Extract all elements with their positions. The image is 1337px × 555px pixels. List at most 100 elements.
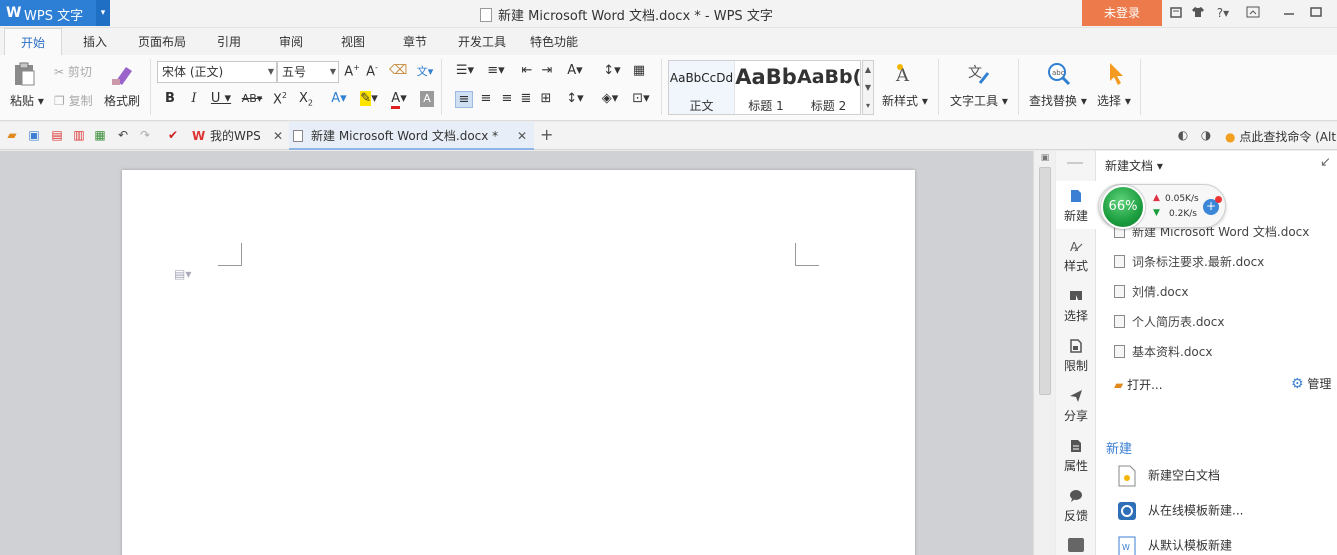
align-right-icon[interactable]: ≡	[498, 91, 516, 106]
export-pdf-icon[interactable]: ▤	[50, 128, 64, 142]
tab-page-layout[interactable]: 页面布局	[130, 28, 194, 55]
clear-format-icon[interactable]: ⌫	[389, 63, 407, 78]
login-button[interactable]: 未登录	[1082, 0, 1162, 26]
table-icon[interactable]: ▦	[630, 63, 648, 78]
save-icon[interactable]: ▣	[27, 128, 41, 142]
tab-review[interactable]: 审阅	[266, 28, 316, 55]
new-from-default-template[interactable]: W 从默认模板新建	[1116, 535, 1232, 555]
new-from-online-template[interactable]: 从在线模板新建...	[1116, 500, 1243, 522]
increase-indent-icon[interactable]: ⇥	[538, 63, 556, 78]
track-icon[interactable]: ◑	[1199, 128, 1213, 142]
tab-insert[interactable]: 插入	[70, 28, 120, 55]
tab-view[interactable]: 视图	[328, 28, 378, 55]
scroll-options-icon[interactable]: ▣	[1039, 153, 1051, 163]
close-tab-icon[interactable]: ✕	[273, 122, 283, 150]
new-style-icon[interactable]: A	[892, 61, 918, 87]
shrink-font-icon[interactable]: A-	[363, 63, 381, 79]
close-tab-icon[interactable]: ✕	[517, 122, 527, 150]
select-cursor-icon[interactable]	[1104, 61, 1130, 87]
grow-font-icon[interactable]: A+	[343, 63, 361, 79]
comment-icon[interactable]: ◐	[1176, 128, 1190, 142]
open-folder-icon[interactable]: ▰	[5, 128, 19, 142]
style-heading-2[interactable]: AaBb( 标题 2	[797, 61, 860, 114]
minimize-icon[interactable]	[1281, 5, 1297, 21]
align-left-icon[interactable]: ≡	[455, 91, 473, 108]
italic-icon[interactable]: I	[185, 91, 203, 106]
font-size-select[interactable]: 五号 ▼	[277, 61, 339, 83]
app-menu-button[interactable]: W WPS 文字 ▾	[0, 0, 110, 26]
change-case-icon[interactable]: A▾	[563, 63, 587, 78]
styles-scroll-icon[interactable]: ▲ ▼ ▾	[862, 60, 874, 115]
sidebar-item-feedback[interactable]: 反馈	[1056, 481, 1096, 529]
select-button[interactable]: 选择 ▾	[1097, 92, 1131, 109]
camera-icon[interactable]	[1068, 538, 1084, 552]
recent-file[interactable]: 基本资料.docx	[1114, 343, 1212, 360]
customize-icon[interactable]: ✔	[166, 128, 180, 142]
highlight-icon[interactable]: ✎▾	[357, 91, 381, 106]
sidebar-item-new[interactable]: 新建	[1056, 181, 1096, 229]
new-style-button[interactable]: 新样式 ▾	[882, 92, 928, 109]
decrease-indent-icon[interactable]: ⇤	[518, 63, 536, 78]
new-blank-doc[interactable]: 新建空白文档	[1116, 465, 1220, 487]
redo-icon[interactable]: ↷	[138, 128, 152, 142]
print-preview-icon[interactable]: ▦	[93, 128, 107, 142]
ribbon-toggle-icon[interactable]	[1245, 5, 1261, 21]
style-normal[interactable]: AaBbCcDd 正文	[669, 61, 735, 114]
recent-file[interactable]: 刘倩.docx	[1114, 283, 1188, 300]
sidebar-item-styles[interactable]: A 样式	[1056, 231, 1096, 279]
format-painter-icon[interactable]	[110, 61, 136, 87]
help-icon[interactable]: ?▾	[1212, 5, 1234, 21]
font-name-select[interactable]: 宋体 (正文) ▼	[157, 61, 277, 83]
sort-icon[interactable]: ↕▾	[600, 63, 624, 78]
char-shading-icon[interactable]: A	[420, 91, 434, 107]
strikethrough-icon[interactable]: AB▾	[239, 92, 265, 105]
find-replace-button[interactable]: 查找替换 ▾	[1029, 92, 1087, 109]
app-menu-arrow-icon[interactable]: ▾	[96, 0, 110, 26]
tab-references[interactable]: 引用	[204, 28, 254, 55]
network-speed-widget[interactable]: 66% ▲ 0.05K/s ▼ 0.2K/s +	[1098, 184, 1226, 229]
shading-icon[interactable]: ◈▾	[598, 91, 622, 106]
task-pane-header[interactable]: 新建文档 ▾	[1105, 157, 1163, 174]
format-painter-button[interactable]: 格式刷	[104, 92, 140, 109]
copy-button[interactable]: ❐ 复制	[54, 92, 93, 109]
subscript-icon[interactable]: X2	[297, 91, 315, 108]
tab-developer[interactable]: 开发工具	[450, 28, 514, 55]
bullet-list-icon[interactable]: ☰▾	[453, 63, 477, 78]
line-spacing-icon[interactable]: ↕▾	[563, 91, 587, 106]
print-icon[interactable]: ▥	[72, 128, 86, 142]
numbered-list-icon[interactable]: ≡▾	[484, 63, 508, 78]
tab-my-wps[interactable]: W 我的WPS ✕	[188, 122, 288, 150]
tab-chapter[interactable]: 章节	[390, 28, 440, 55]
bold-icon[interactable]: B	[161, 91, 179, 106]
recent-file[interactable]: 个人简历表.docx	[1114, 313, 1224, 330]
paste-icon[interactable]	[12, 61, 38, 87]
new-tab-icon[interactable]: +	[540, 125, 553, 144]
undo-icon[interactable]: ↶	[116, 128, 130, 142]
document-page[interactable]: ▤▾	[122, 170, 915, 555]
maximize-icon[interactable]	[1308, 5, 1324, 21]
sidebar-item-share[interactable]: 分享	[1056, 381, 1096, 429]
distribute-icon[interactable]: ⊞	[537, 91, 555, 106]
vertical-scrollbar[interactable]: ▣	[1033, 151, 1055, 555]
font-color-icon[interactable]: A▾	[387, 91, 411, 109]
recent-file[interactable]: 词条标注要求.最新.docx	[1114, 253, 1264, 270]
drag-handle[interactable]	[1067, 162, 1083, 164]
text-tools-icon[interactable]: 文	[966, 61, 992, 87]
style-heading-1[interactable]: AaBb 标题 1	[735, 61, 797, 114]
tab-document[interactable]: 新建 Microsoft Word 文档.docx * ✕	[289, 122, 534, 150]
manage-link[interactable]: ⚙ 管理	[1291, 375, 1331, 392]
paste-button[interactable]: 粘贴 ▾	[10, 92, 44, 109]
memory-usage-ball[interactable]: 66%	[1101, 185, 1145, 229]
superscript-icon[interactable]: X2	[271, 91, 289, 107]
scrollbar-thumb[interactable]	[1039, 167, 1051, 395]
phonetic-icon[interactable]: 文▾	[413, 63, 437, 79]
sidebar-item-properties[interactable]: 属性	[1056, 431, 1096, 479]
tab-home[interactable]: 开始	[4, 28, 62, 55]
skin-icon[interactable]	[1168, 5, 1184, 21]
sidebar-item-select[interactable]: 选择	[1056, 281, 1096, 329]
paste-options-icon[interactable]: ▤▾	[174, 267, 191, 281]
command-search[interactable]: ● 点此查找命令 (Alt	[1225, 128, 1336, 145]
cut-button[interactable]: ✂ 剪切	[54, 63, 92, 80]
sidebar-item-restrict[interactable]: 限制	[1056, 331, 1096, 379]
text-effect-icon[interactable]: A▾	[327, 91, 351, 106]
